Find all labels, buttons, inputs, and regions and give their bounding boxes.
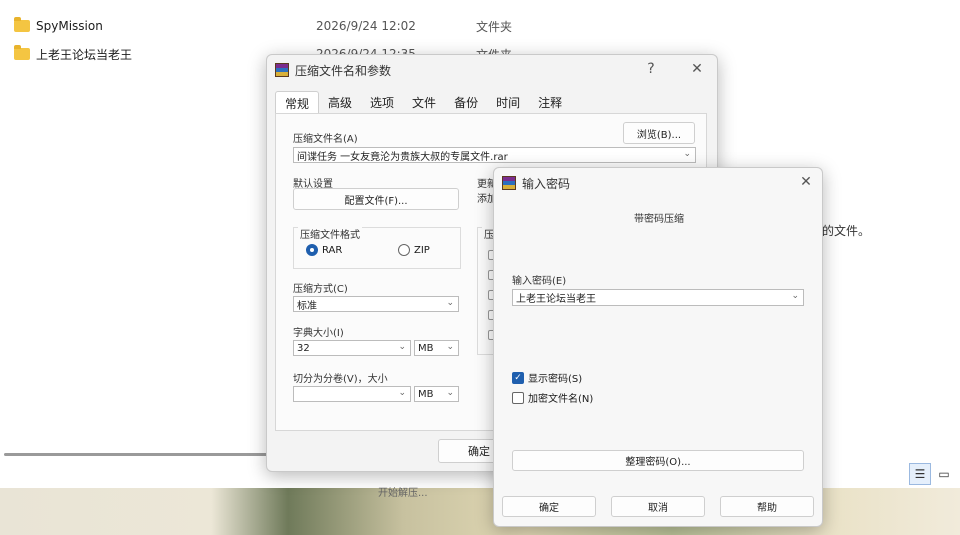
- checkbox-unchecked-icon: [512, 391, 524, 404]
- details-view-button[interactable]: ☰: [909, 463, 931, 485]
- dictionary-unit-select[interactable]: MB ⌄: [414, 340, 459, 356]
- explorer-status-snippet: 的文件。: [822, 224, 871, 238]
- format-zip-radio[interactable]: ZIP: [398, 244, 430, 256]
- archive-name-value: 间谍任务 一女友竟沦为贵族大叔的专属文件.rar: [297, 151, 508, 163]
- password-dialog-titlebar: 输入密码: [494, 168, 822, 198]
- format-zip-label: ZIP: [414, 244, 430, 256]
- file-name: SpyMission: [36, 19, 103, 33]
- tiles-view-button[interactable]: ▭: [933, 463, 955, 485]
- chevron-down-icon: ⌄: [446, 342, 454, 352]
- chevron-down-icon: ⌄: [398, 388, 406, 398]
- format-rar-label: RAR: [322, 244, 343, 256]
- chevron-down-icon: ⌄: [446, 388, 454, 398]
- split-volumes-label: 切分为分卷(V)，大小: [293, 374, 388, 385]
- dictionary-unit-value: MB: [418, 342, 434, 354]
- file-row-spymission[interactable]: SpyMission 2026/9/24 12:02 文件夹: [14, 16, 654, 36]
- password-input[interactable]: 上老王论坛当老王 ⌄: [512, 289, 804, 306]
- winrar-icon: [275, 63, 289, 77]
- password-help-button[interactable]: 帮助: [720, 496, 814, 517]
- format-label: 压缩文件格式: [298, 226, 362, 241]
- dialog-title: 压缩文件名和参数: [295, 63, 392, 78]
- tab-general[interactable]: 常规: [275, 91, 320, 113]
- show-password-label: 显示密码(S): [528, 374, 583, 385]
- list-icon: ☰: [914, 467, 926, 481]
- method-select[interactable]: 标准 ⌄: [293, 296, 459, 312]
- close-icon[interactable]: ✕: [796, 174, 816, 190]
- split-unit-value: MB: [418, 388, 434, 400]
- checkbox-checked-icon: ✓: [512, 371, 524, 384]
- file-type: 文件夹: [476, 19, 513, 34]
- help-icon[interactable]: ?: [641, 61, 661, 77]
- tiles-icon: ▭: [938, 467, 950, 481]
- archive-name-label: 压缩文件名(A): [293, 134, 358, 145]
- winrar-icon: [502, 176, 516, 190]
- archive-name-input[interactable]: 间谍任务 一女友竟沦为贵族大叔的专属文件.rar ⌄: [293, 147, 696, 163]
- organize-passwords-button[interactable]: 整理密码(O)...: [512, 450, 804, 471]
- file-date: 2026/9/24 12:02: [316, 19, 416, 33]
- dictionary-size-value: 32: [297, 342, 310, 354]
- chevron-down-icon: ⌄: [398, 342, 406, 352]
- password-ok-button[interactable]: 确定: [502, 496, 596, 517]
- folder-icon: [14, 45, 30, 60]
- radio-checked-icon: [306, 244, 318, 256]
- tab-comment[interactable]: 注释: [529, 91, 571, 113]
- browse-button[interactable]: 浏览(B)...: [623, 122, 695, 144]
- radio-unchecked-icon: [398, 244, 410, 256]
- method-label: 压缩方式(C): [293, 284, 348, 295]
- profiles-button[interactable]: 配置文件(F)...: [293, 188, 459, 210]
- chevron-down-icon: ⌄: [446, 298, 454, 308]
- tab-options[interactable]: 选项: [361, 91, 403, 113]
- password-cancel-button[interactable]: 取消: [611, 496, 705, 517]
- split-unit-select[interactable]: MB ⌄: [414, 386, 459, 402]
- chevron-down-icon: ⌄: [683, 149, 691, 159]
- taskbar-progress-text: 开始解压...: [378, 488, 428, 499]
- close-icon[interactable]: ✕: [687, 61, 707, 77]
- encrypt-filenames-label: 加密文件名(N): [528, 394, 594, 405]
- tab-backup[interactable]: 备份: [445, 91, 487, 113]
- folder-icon: [14, 17, 30, 32]
- tab-files[interactable]: 文件: [403, 91, 445, 113]
- tab-time[interactable]: 时间: [487, 91, 529, 113]
- password-value: 上老王论坛当老王: [516, 294, 596, 305]
- password-label: 输入密码(E): [512, 276, 567, 287]
- tab-advanced[interactable]: 高级: [319, 91, 361, 113]
- dictionary-size-label: 字典大小(I): [293, 328, 344, 339]
- dictionary-size-select[interactable]: 32 ⌄: [293, 340, 411, 356]
- split-size-input[interactable]: ⌄: [293, 386, 411, 402]
- password-dialog: 输入密码 ✕ 带密码压缩 输入密码(E) 上老王论坛当老王 ⌄ ✓ 显示密码(S…: [493, 167, 823, 527]
- encrypt-filenames-checkbox[interactable]: 加密文件名(N): [512, 390, 593, 405]
- format-group: 压缩文件格式 RAR ZIP: [293, 226, 461, 269]
- method-value: 标准: [297, 300, 317, 312]
- format-rar-radio[interactable]: RAR: [306, 244, 342, 256]
- password-dialog-subtitle: 带密码压缩: [634, 214, 684, 225]
- chevron-down-icon: ⌄: [791, 291, 799, 301]
- tab-strip: 常规 高级 选项 文件 备份 时间 注释: [275, 91, 571, 113]
- show-password-checkbox[interactable]: ✓ 显示密码(S): [512, 370, 582, 385]
- password-dialog-title: 输入密码: [522, 176, 571, 191]
